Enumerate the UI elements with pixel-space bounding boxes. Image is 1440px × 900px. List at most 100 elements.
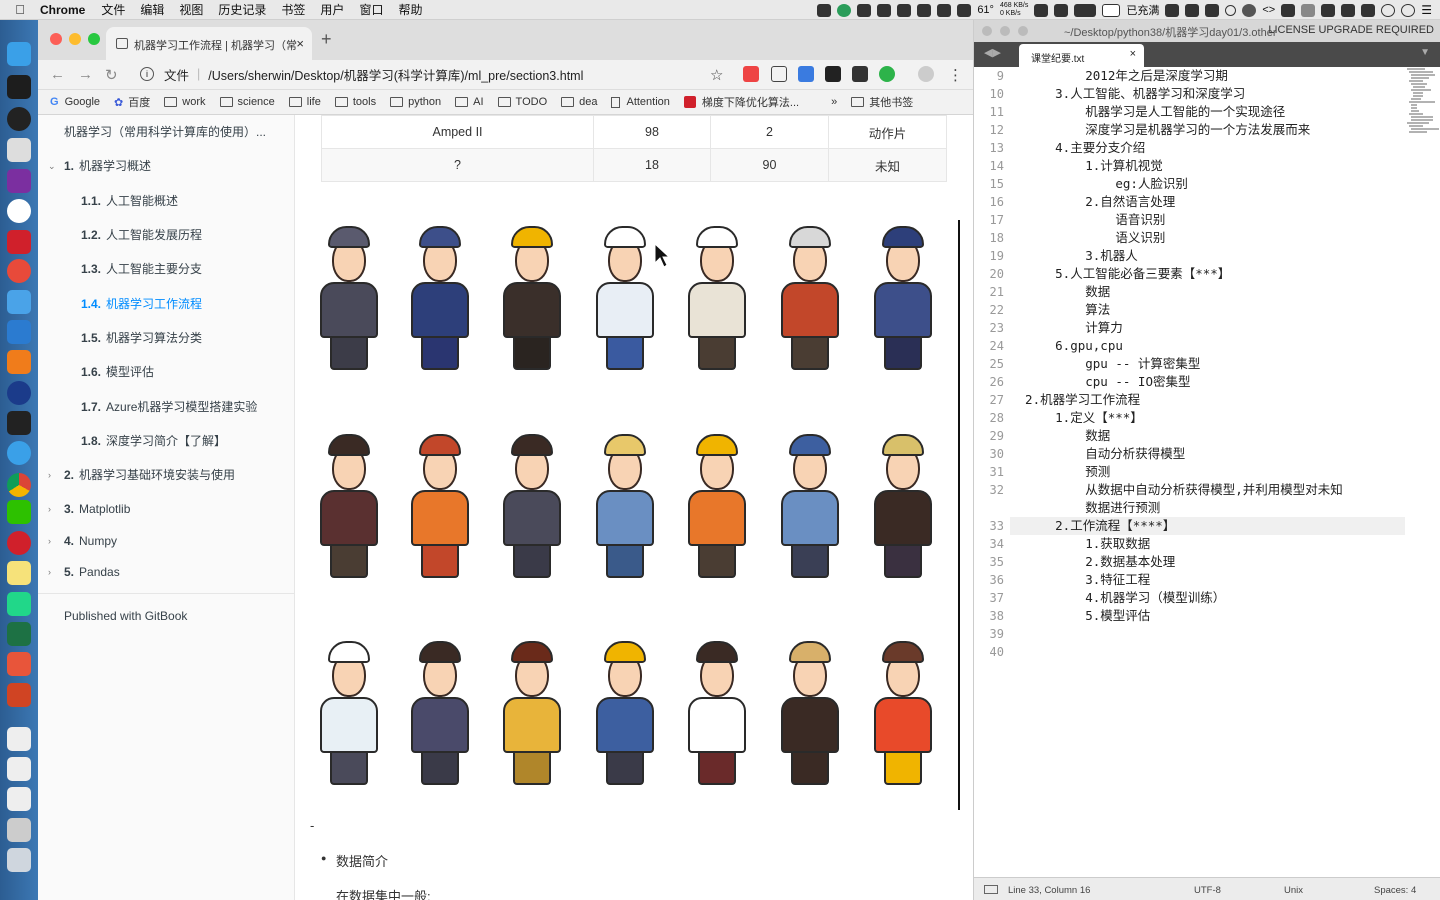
code-area[interactable]: 2012年之后是深度学习期 3.人工智能、机器学习和深度学习 机器学习是人工智能… [1010, 67, 1405, 877]
code-line[interactable]: eg:人脸识别 [1010, 175, 1405, 193]
tray-app-icon[interactable] [857, 3, 872, 17]
forward-button[interactable]: → [78, 66, 93, 83]
code-line[interactable]: 数据进行预测 [1010, 499, 1405, 517]
code-icon[interactable]: <> [1262, 4, 1275, 16]
code-line[interactable] [1010, 625, 1405, 643]
menu-view[interactable]: 视图 [179, 1, 203, 18]
bookmark-folder-dea[interactable]: dea [561, 96, 597, 108]
sidebar-item-ai-overview[interactable]: 1.1. 人工智能概述 [38, 184, 295, 218]
code-line[interactable]: 5.人工智能必备三要素【***】 [1010, 265, 1405, 283]
menu-file[interactable]: 文件 [101, 1, 125, 18]
bookmark-gradient-descent[interactable]: 梯度下降优化算法... [683, 94, 799, 110]
minimize-window-button[interactable] [69, 33, 81, 45]
tray-app-icon[interactable] [1054, 3, 1069, 17]
bookmark-folder-ai[interactable]: AI [455, 96, 484, 108]
chevron-right-icon[interactable]: › [48, 492, 51, 526]
close-window-button[interactable] [50, 33, 62, 45]
clock-icon[interactable] [1401, 3, 1416, 17]
menu-help[interactable]: 帮助 [398, 1, 422, 18]
minimap[interactable] [1405, 67, 1440, 147]
code-line[interactable]: 计算力 [1010, 319, 1405, 337]
tray-app-icon[interactable] [1074, 3, 1097, 17]
code-line[interactable]: 1.定义【***】 [1010, 409, 1405, 427]
profile-avatar[interactable] [918, 66, 934, 82]
license-notice[interactable]: LICENSE UPGRADE REQUIRED [1268, 24, 1434, 36]
app-icon[interactable] [7, 290, 31, 314]
tab-nav-arrows-icon[interactable]: ◀▶ [984, 46, 1001, 59]
tray-app-icon[interactable] [1361, 3, 1376, 17]
app-icon[interactable] [7, 199, 31, 223]
bookmark-folder-python[interactable]: python [390, 96, 441, 108]
code-line[interactable]: 数据 [1010, 283, 1405, 301]
code-line[interactable]: 语音识别 [1010, 211, 1405, 229]
sublime-icon[interactable] [7, 350, 31, 374]
code-line[interactable]: 预测 [1010, 463, 1405, 481]
wechat-icon[interactable] [7, 500, 31, 524]
bookmark-baidu[interactable]: ✿ 百度 [114, 94, 150, 110]
code-line[interactable]: 6.gpu,cpu [1010, 337, 1405, 355]
line-endings[interactable]: Unix [1284, 885, 1303, 896]
extension-icon[interactable] [743, 66, 759, 82]
chevron-right-icon[interactable]: › [48, 524, 51, 558]
bookmark-folder-science[interactable]: science [219, 96, 275, 108]
document-icon[interactable] [7, 727, 31, 751]
chevron-down-icon[interactable]: ⌄ [48, 149, 56, 183]
obs-icon[interactable] [7, 107, 31, 131]
tray-app-icon[interactable] [937, 3, 952, 17]
tray-app-icon[interactable] [837, 3, 852, 17]
bookmarks-overflow[interactable]: » [831, 96, 837, 108]
trash-icon[interactable] [7, 848, 31, 872]
tray-app-icon[interactable] [1381, 3, 1396, 17]
finder-icon[interactable] [7, 42, 31, 66]
code-line[interactable]: 2.自然语言处理 [1010, 193, 1405, 211]
menu-window[interactable]: 窗口 [359, 1, 383, 18]
safari-icon[interactable] [7, 441, 31, 465]
grammarly-icon[interactable] [879, 66, 895, 82]
minimize-window-button[interactable] [1000, 26, 1010, 36]
search-icon[interactable] [1225, 4, 1237, 16]
chrome-menu-icon[interactable]: ⋮ [948, 66, 963, 84]
code-line[interactable]: 4.机器学习（模型训练） [1010, 589, 1405, 607]
sidebar-item-model-eval[interactable]: 1.6. 模型评估 [38, 355, 295, 389]
zoom-window-button[interactable] [88, 33, 100, 45]
close-tab-icon[interactable]: × [296, 36, 304, 51]
app-icon[interactable] [7, 230, 31, 254]
activity-monitor-icon[interactable] [7, 411, 31, 435]
menu-list-icon[interactable]: ☰ [1421, 3, 1432, 17]
chevron-right-icon[interactable]: › [48, 555, 51, 589]
tray-app-icon[interactable] [1034, 3, 1049, 17]
tray-app-icon[interactable] [917, 3, 932, 17]
new-tab-button[interactable]: + [321, 29, 332, 50]
document-icon[interactable] [7, 787, 31, 811]
code-line[interactable]: cpu -- IO密集型 [1010, 373, 1405, 391]
close-window-button[interactable] [982, 26, 992, 36]
sidebar-item-deep-learning[interactable]: 1.8. 深度学习简介【了解】 [38, 424, 295, 458]
sidebar-item-ml-workflow[interactable]: 1.4. 机器学习工作流程 [38, 287, 295, 321]
sidebar-item-pandas[interactable]: › 5. Pandas [38, 555, 295, 589]
menu-bookmarks[interactable]: 书签 [281, 1, 305, 18]
active-tab[interactable]: 机器学习工作流程 | 机器学习（常 × [106, 27, 312, 60]
code-line[interactable]: 2.数据基本处理 [1010, 553, 1405, 571]
code-line[interactable]: 3.人工智能、机器学习和深度学习 [1010, 85, 1405, 103]
indentation[interactable]: Spaces: 4 [1374, 885, 1416, 896]
app-icon[interactable] [7, 320, 31, 344]
notes-icon[interactable] [7, 561, 31, 585]
reload-button[interactable]: ↻ [105, 66, 118, 84]
menu-history[interactable]: 历史记录 [218, 1, 266, 18]
bookmark-star-icon[interactable]: ☆ [710, 66, 723, 84]
menu-people[interactable]: 用户 [320, 1, 344, 18]
bookmark-attention[interactable]: Attention [611, 96, 670, 108]
bookmark-folder-life[interactable]: life [288, 96, 321, 108]
editor-file-tab[interactable]: 课堂纪要.txt × [1019, 44, 1144, 67]
panel-toggle-icon[interactable] [984, 885, 998, 894]
jh-extension-icon[interactable] [798, 66, 814, 82]
code-line[interactable]: 3.特征工程 [1010, 571, 1405, 589]
document-icon[interactable] [7, 757, 31, 781]
code-line[interactable]: 5.模型评估 [1010, 607, 1405, 625]
tray-app-icon[interactable] [1341, 3, 1356, 17]
code-line[interactable]: 4.主要分支介绍 [1010, 139, 1405, 157]
menu-edit[interactable]: 编辑 [140, 1, 164, 18]
current-code-line[interactable]: 2.工作流程【****】 [1010, 517, 1405, 535]
cursor-position[interactable]: Line 33, Column 16 [1008, 885, 1090, 896]
file-encoding[interactable]: UTF-8 [1194, 885, 1221, 896]
